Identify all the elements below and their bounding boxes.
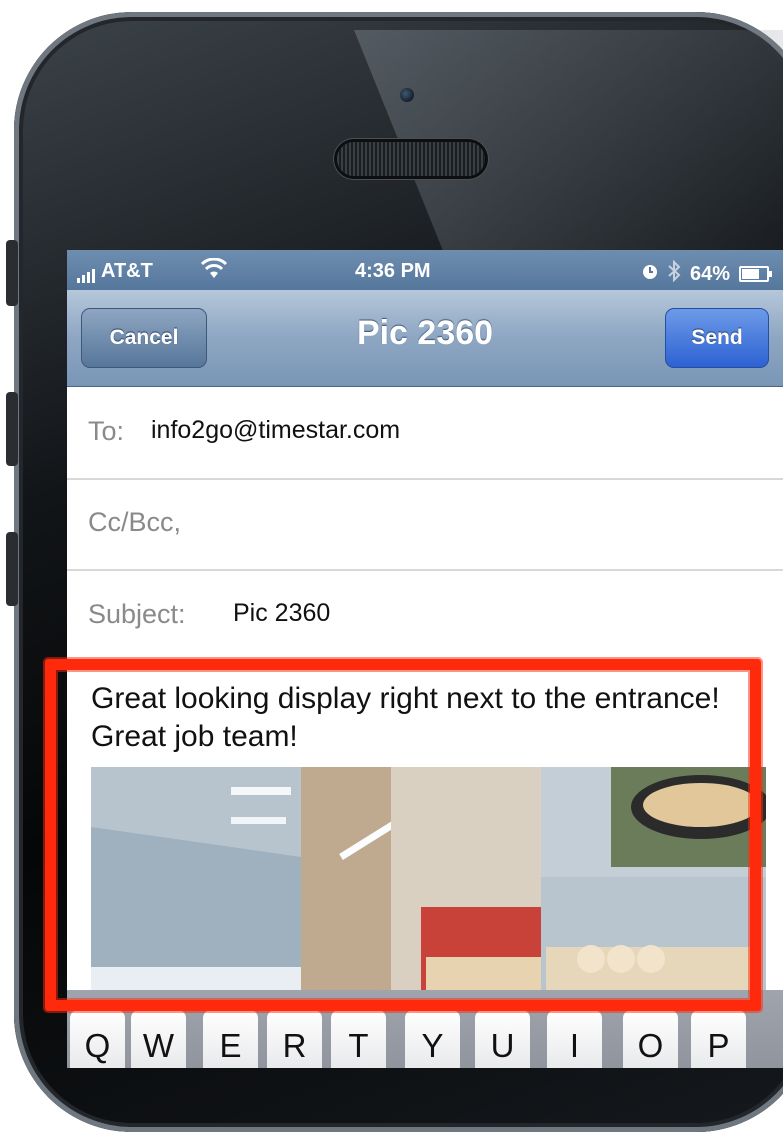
subject-label: Subject: [88,599,186,629]
key-o[interactable]: O [623,1010,678,1068]
bluetooth-icon [667,259,681,288]
signal-bars-icon [77,268,95,283]
send-button[interactable]: Send [665,308,769,368]
status-time: 4:36 PM [355,260,431,282]
cc-bcc-label: Cc/Bcc, [88,507,182,537]
key-w[interactable]: W [131,1010,186,1068]
cc-bcc-field[interactable]: Cc/Bcc, [67,478,783,571]
volume-up-button [6,392,18,466]
front-camera [400,88,414,102]
subject-field[interactable]: Subject: Pic 2360 [67,570,783,661]
status-bar: AT&T 4:36 PM 64% [67,250,783,290]
mute-switch [6,240,18,306]
battery-icon [739,266,772,282]
status-right-group: 64% [642,259,772,288]
to-label: To: [88,416,125,446]
to-recipient[interactable]: info2go@timestar.com [151,416,400,445]
key-q[interactable]: Q [70,1010,125,1068]
carrier-signal: AT&T [77,260,153,283]
key-p[interactable]: P [691,1010,746,1068]
annotation-highlight-box [45,659,761,1011]
earpiece-speaker [337,142,485,176]
key-y[interactable]: Y [405,1010,460,1068]
key-e[interactable]: E [203,1010,258,1068]
subject-value[interactable]: Pic 2360 [233,599,330,628]
alarm-clock-icon [642,263,658,286]
key-i[interactable]: I [547,1010,602,1068]
key-u[interactable]: U [475,1010,530,1068]
key-t[interactable]: T [331,1010,386,1068]
wifi-icon [200,257,228,286]
to-field[interactable]: To: info2go@timestar.com [67,387,783,480]
battery-percent: 64% [689,262,730,285]
volume-down-button [6,532,18,606]
navigation-bar: Cancel Pic 2360 Send [67,290,783,387]
carrier-name: AT&T [101,260,153,282]
key-r[interactable]: R [267,1010,322,1068]
